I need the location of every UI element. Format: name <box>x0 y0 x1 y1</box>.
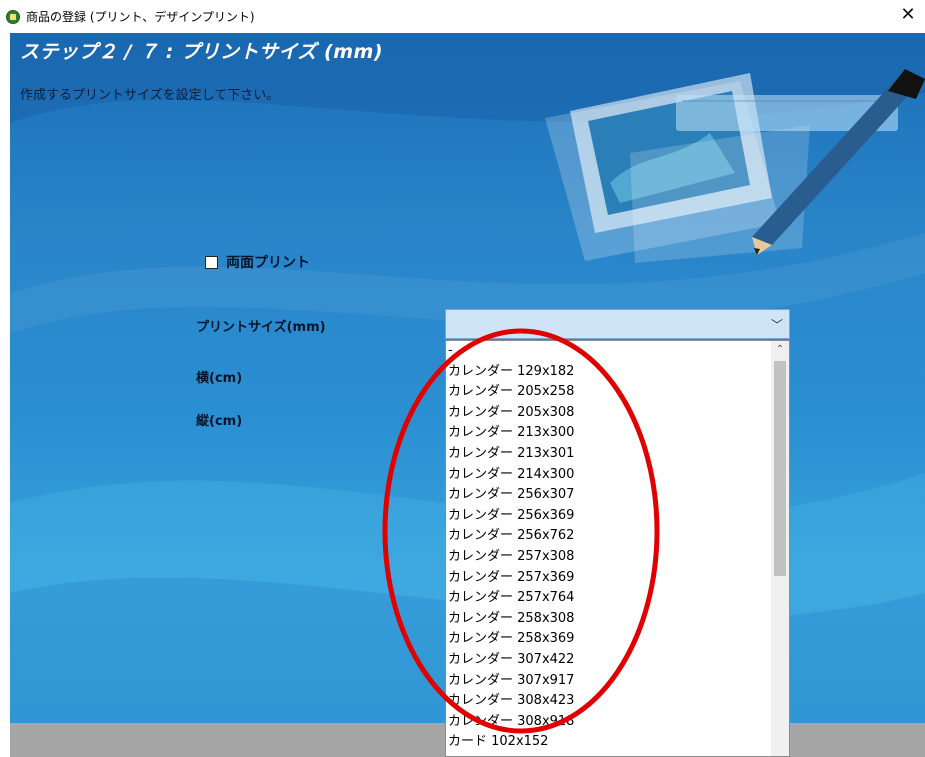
dropdown-option[interactable]: カレンダー 308x423 <box>446 691 771 712</box>
dropdown-option[interactable]: カレンダー 257x764 <box>446 588 771 609</box>
dropdown-option[interactable]: カレンダー 205x308 <box>446 403 771 424</box>
app-window: 商品の登録 (プリント、デザインプリント) ✕ ステップ２ / ７: プリント… <box>0 0 925 757</box>
dropdown-option[interactable]: カレンダー 258x369 <box>446 629 771 650</box>
dropdown-option[interactable]: カレンダー 205x258 <box>446 382 771 403</box>
width-label: 横(cm) <box>196 371 243 386</box>
instruction-text: 作成するプリントサイズを設定して下さい。 <box>20 88 280 103</box>
dropdown-option[interactable]: カレンダー 256x762 <box>446 526 771 547</box>
dropdown-option[interactable]: カレンダー 213x301 <box>446 444 771 465</box>
chevron-down-icon[interactable]: ﹀ <box>771 316 783 333</box>
close-icon[interactable]: ✕ <box>897 4 919 26</box>
dropdown-option[interactable]: カード 102x152 <box>446 732 771 753</box>
dropdown-option[interactable]: カレンダー 307x917 <box>446 671 771 692</box>
dropdown-options[interactable]: - カレンダー 129x182 カレンダー 205x258 カレンダー 205x308… <box>446 341 771 756</box>
height-label: 縦(cm) <box>196 414 243 429</box>
scroll-up-icon[interactable]: ⌃ <box>771 341 789 359</box>
app-icon <box>6 10 20 24</box>
dropdown-option[interactable]: カレンダー 214x300 <box>446 465 771 486</box>
dropdown-option[interactable]: カレンダー 256x307 <box>446 485 771 506</box>
dropdown-option[interactable]: カレンダー 258x308 <box>446 609 771 630</box>
dropdown-option[interactable]: カレンダー 256x369 <box>446 506 771 527</box>
duplex-print-option[interactable]: 両面プリント <box>205 253 310 271</box>
title-bar: 商品の登録 (プリント、デザインプリント) ✕ <box>0 0 925 33</box>
dropdown-scrollbar[interactable]: ⌃ <box>771 341 789 756</box>
dropdown-option[interactable]: カレンダー 213x300 <box>446 423 771 444</box>
print-size-dropdown-list[interactable]: - カレンダー 129x182 カレンダー 205x258 カレンダー 205x308… <box>445 340 790 757</box>
scrollbar-thumb[interactable] <box>774 361 786 576</box>
step-title: ステップ２ / ７ : プリントサイズ (mm) <box>20 41 384 63</box>
dropdown-option[interactable]: カレンダー 257x369 <box>446 568 771 589</box>
print-size-select[interactable]: ﹀ <box>445 309 790 339</box>
dropdown-option[interactable]: - <box>446 341 771 362</box>
dropdown-option[interactable]: カレンダー 308x918 <box>446 712 771 733</box>
dropdown-option[interactable]: カレンダー 307x422 <box>446 650 771 671</box>
window-title: 商品の登録 (プリント、デザインプリント) <box>26 10 255 24</box>
duplex-print-label: 両面プリント <box>226 255 310 271</box>
window-bottom-edge <box>0 723 10 757</box>
dropdown-option[interactable]: カレンダー 129x182 <box>446 362 771 383</box>
print-size-label: プリントサイズ(mm) <box>196 320 326 335</box>
dropdown-option[interactable]: カレンダー 257x308 <box>446 547 771 568</box>
duplex-print-checkbox[interactable] <box>205 255 218 269</box>
